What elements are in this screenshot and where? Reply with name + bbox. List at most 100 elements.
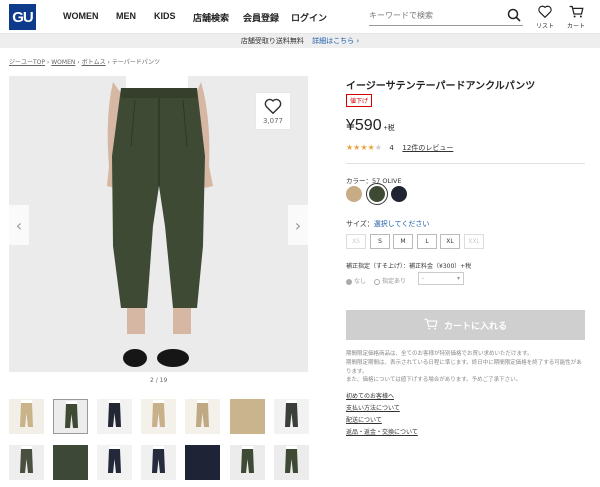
heart-icon [538, 5, 552, 20]
rating-value: 4 [389, 144, 394, 152]
guide-link-first-time[interactable]: 初めてのお客様へ [346, 391, 394, 400]
image-counter: 2 / 19 [150, 377, 168, 384]
breadcrumb: ジーユーTOP › WOMEN › ボトムス › テーパードパンツ [9, 57, 160, 66]
price-tax: +税 [383, 125, 395, 132]
thumbnail-image [65, 401, 78, 428]
size-s[interactable]: S [370, 234, 390, 249]
color-swatch-beige[interactable] [346, 186, 362, 202]
add-to-cart-label: カートに入れる [443, 321, 507, 332]
search-icon[interactable] [507, 8, 521, 24]
nav-men[interactable]: MEN [116, 11, 136, 21]
thumbnail[interactable] [9, 399, 44, 434]
size-l[interactable]: L [417, 234, 437, 249]
nav-store-search[interactable]: 店舗検索 [193, 11, 229, 24]
list-button[interactable]: リスト [533, 5, 557, 30]
radio-label: 指定あり [382, 278, 407, 285]
guide-link-payment[interactable]: 支払い方法について [346, 403, 400, 412]
gu-logo[interactable]: GU [9, 4, 36, 30]
chevron-left-icon: ‹ [15, 215, 23, 235]
size-xxl[interactable]: XXL [464, 234, 484, 249]
thumbnail-image [108, 446, 121, 473]
nav-women[interactable]: WOMEN [63, 11, 99, 21]
thumbnail[interactable] [53, 445, 88, 480]
favorite-button[interactable]: 3,077 [255, 92, 291, 130]
thumbnail-image [196, 400, 209, 427]
alteration-none-radio[interactable]: なし [346, 276, 366, 285]
thumbnail[interactable] [141, 399, 176, 434]
thumbnail-image [152, 400, 165, 427]
review-link[interactable]: 12件のレビュー [402, 144, 453, 152]
search-box [369, 6, 523, 26]
thumbnail[interactable] [97, 445, 132, 480]
thumbnail[interactable] [141, 445, 176, 480]
notice-line: 期間限定期間は、表示されている日程に準じます。終日中に期間限定価格を終了する可能… [346, 360, 582, 375]
price-down-badge: 値下げ [346, 94, 373, 107]
notice-line: また、価格については値下げする場合があります。予めご了承下さい。 [346, 377, 522, 383]
radio-label: なし [354, 278, 367, 285]
breadcrumb-current: テーパードパンツ [111, 59, 161, 66]
notice-line: 期間限定価格商品は、全てのお客様が特別価格でお買い求めいただけます。 [346, 351, 533, 357]
next-image-button[interactable]: › [288, 205, 308, 245]
guide-link-delivery[interactable]: 配送について [346, 415, 382, 424]
size-xs[interactable]: XS [346, 234, 366, 249]
thumbnail[interactable] [274, 445, 309, 480]
thumbnail[interactable] [53, 399, 88, 434]
size-label: サイズ：選択してください [346, 219, 429, 229]
color-label: カラー：57 OLIVE [346, 177, 402, 185]
thumbnail[interactable] [9, 445, 44, 480]
rating-stars: ★★★★★ [346, 143, 382, 152]
size-label-text: サイズ： [346, 220, 374, 228]
list-label: リスト [535, 23, 554, 30]
thumbnail[interactable] [185, 445, 220, 480]
cart-link[interactable]: カート [564, 5, 588, 30]
radio-dot [374, 278, 380, 285]
cart-icon [569, 5, 584, 20]
price-value: ¥590 [346, 117, 382, 134]
search-input[interactable] [369, 6, 499, 24]
chevron-down-icon: ▾ [456, 275, 460, 282]
thumbnail[interactable] [230, 399, 265, 434]
thumbnail[interactable] [230, 445, 265, 480]
thumbnail-image [152, 446, 165, 473]
alteration-specify-radio[interactable]: 指定あり [374, 276, 406, 285]
thumbnail[interactable] [274, 399, 309, 434]
size-xl[interactable]: XL [440, 234, 460, 249]
alteration-label: 補正指定（すそ上げ）：補正料金（¥300）+税 [346, 263, 472, 270]
cart-icon [424, 318, 444, 333]
favorite-count: 3,077 [262, 117, 284, 125]
select-value: - [422, 275, 425, 282]
nav-kids[interactable]: KIDS [154, 11, 176, 21]
color-swatch-navy[interactable] [391, 186, 407, 202]
breadcrumb-item[interactable]: ジーユーTOP [9, 59, 45, 66]
notice-bar: 店舗受取り送料無料 詳細はこちら › [0, 34, 600, 48]
thumbnail-image [108, 400, 121, 427]
divider [346, 163, 585, 164]
star-icon: ★ [360, 143, 368, 152]
prev-image-button[interactable]: ‹ [9, 205, 29, 245]
product-rating: ★★★★★ 4 12件のレビュー [346, 143, 453, 153]
chevron-right-icon: › [294, 215, 302, 235]
star-icon: ★ [367, 143, 375, 152]
thumbnail-image [20, 446, 33, 473]
notice-link[interactable]: 詳細はこちら › [312, 37, 359, 45]
radio-dot [346, 278, 352, 285]
color-swatch-olive[interactable] [366, 183, 388, 205]
size-m[interactable]: M [393, 234, 413, 249]
guide-link-returns[interactable]: 返品・返金・交換について [346, 427, 418, 436]
alteration-length-select[interactable]: - ▾ [418, 272, 464, 285]
breadcrumb-item[interactable]: WOMEN [51, 59, 75, 66]
add-to-cart-button[interactable]: カートに入れる [346, 310, 585, 340]
breadcrumb-item[interactable]: ボトムス [82, 59, 106, 66]
product-price: ¥590 +税 [346, 117, 395, 135]
nav-register[interactable]: 会員登録 [243, 11, 279, 24]
thumbnail[interactable] [97, 399, 132, 434]
thumbnail-image [20, 400, 33, 427]
star-icon: ★ [374, 143, 382, 152]
thumbnail[interactable] [185, 399, 220, 434]
thumbnail-image [285, 400, 298, 427]
thumbnail-image [285, 446, 298, 473]
heart-icon [264, 98, 282, 116]
nav-login[interactable]: ログイン [291, 11, 327, 24]
site-header: GU WOMEN MEN KIDS 店舗検索 会員登録 ログイン リスト カート [0, 0, 600, 34]
cart-label: カート [566, 23, 585, 30]
